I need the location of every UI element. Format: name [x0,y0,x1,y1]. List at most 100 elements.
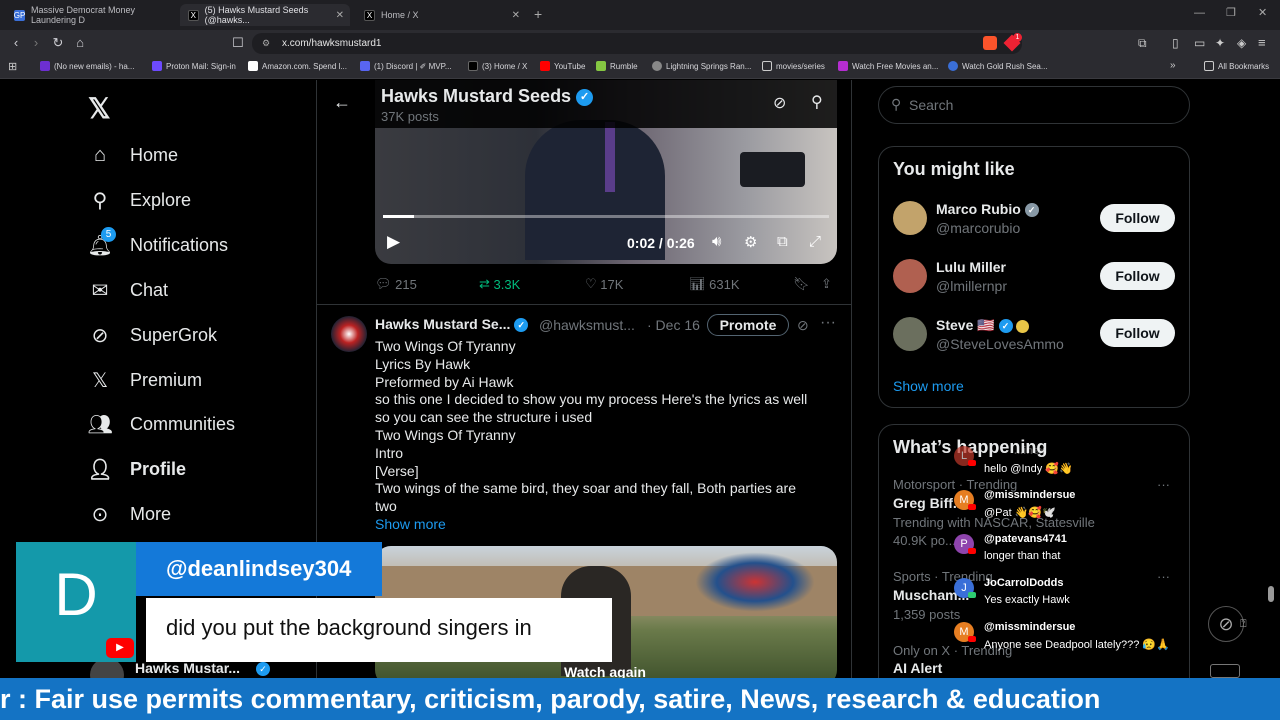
post-avatar[interactable] [331,316,367,352]
bookmark-item[interactable]: Proton Mail: Sign-in [152,61,236,71]
avatar[interactable] [893,317,927,351]
fullscreen-icon[interactable]: ⤢ [809,233,821,250]
video-frame-phone [740,152,805,187]
search-input[interactable]: ⚲ Search [878,86,1190,124]
sidebar-item-premium[interactable]: 𝕏 Premium [88,368,202,392]
like-button[interactable]: ♡ 17K [585,276,623,292]
divider [317,304,851,305]
bookmark-icon[interactable]: ☐ [230,35,246,51]
wallet-icon[interactable]: ▭ [1194,36,1205,50]
bookmark-item[interactable]: (No new emails) - ha... [40,61,134,71]
back-arrow-icon[interactable]: ← [333,92,351,113]
bookmark-item[interactable]: YouTube [540,61,585,71]
forward-icon[interactable]: › [28,35,44,50]
x-logo-icon[interactable]: 𝕏 [88,92,111,125]
home-icon[interactable]: ⌂ [72,35,88,50]
back-icon[interactable]: ‹ [8,35,24,50]
sidebar-item-chat[interactable]: ✉ Chat [88,278,168,302]
notification-badge: 5 [101,227,116,242]
avatar[interactable] [893,259,927,293]
show-more-link[interactable]: Show more [375,516,446,532]
site-info-icon[interactable]: ⚙ [262,33,270,54]
new-tab-button[interactable]: + [534,6,542,22]
sidebar-toggle-icon[interactable]: ▯ [1172,36,1179,50]
disclaimer-ticker: r : Fair use permits commentary, critici… [0,678,1280,720]
profile-header: ← Hawks Mustard Seeds ✓ 37K posts ⊘ ⚲ [317,80,851,128]
browser-tab-3[interactable]: X Home / X ✕ [356,4,526,26]
sidebar-item-profile[interactable]: 👤︎ Profile [87,457,186,481]
bookmark-tweet-icon[interactable]: 🔖︎ [793,276,810,292]
browser-tab-2[interactable]: X (5) Hawks Mustard Seeds (@hawks... ✕ [180,4,350,26]
stream-username: @deanlindsey304 [166,556,352,581]
suggestion-name[interactable]: Lulu Miller [936,259,1006,275]
avatar[interactable] [893,201,927,235]
bookmark-item[interactable]: Amazon.com. Spend l... [248,61,347,71]
post-handle[interactable]: @hawksmust... [539,317,635,333]
browser-tab-1[interactable]: GP Massive Democrat Money Laundering D [6,4,176,26]
sidebar-item-more[interactable]: ⊙ More [88,502,171,526]
help-icon[interactable]: ⍰ [1240,618,1247,631]
menu-icon[interactable]: ≡ [1258,35,1266,50]
youtube-icon [968,636,976,642]
maximize-icon[interactable]: ❐ [1226,6,1236,19]
suggestion-name[interactable]: Steve 🇺🇸 ✓ [936,317,1030,334]
bookmark-item[interactable]: Watch Gold Rush Sea... [948,61,1048,71]
vpn-icon[interactable]: ◈ [1237,36,1246,50]
tab-search-icon[interactable]: ⧉ [1138,36,1147,51]
reload-icon[interactable]: ↻ [50,35,66,51]
messages-drawer-icon[interactable] [1210,664,1240,678]
volume-icon[interactable]: 🔊︎ [712,233,721,250]
bookmark-item[interactable]: Rumble [596,61,638,71]
bookmark-item[interactable]: (1) Discord | ✐ MVP... [360,61,452,71]
grok-float-icon[interactable]: ⊘ [1208,606,1244,642]
follow-button[interactable]: Follow [1100,319,1175,347]
post-date[interactable]: · Dec 16 [647,317,700,333]
more-options-icon[interactable]: ··· [820,314,836,332]
suggestion-name[interactable]: Marco Rubio ✓ [936,201,1039,218]
repost-button[interactable]: ⇄ 3.3K [479,276,520,292]
close-window-icon[interactable]: ✕ [1258,6,1267,19]
follow-button[interactable]: Follow [1100,262,1175,290]
more-bookmarks-icon[interactable]: » [1170,60,1176,71]
close-tab-icon[interactable]: ✕ [512,10,520,21]
promote-button[interactable]: Promote [707,314,789,336]
page-scrollbar-thumb[interactable] [1268,586,1274,602]
pip-icon[interactable]: ⧉ [777,233,788,250]
reply-button[interactable]: 💬︎ 215 [375,276,417,292]
bookmark-folder[interactable]: movies/series [762,61,825,71]
address-bar[interactable]: ⚙ x.com/hawksmustard1 [252,33,1022,54]
show-more-link[interactable]: Show more [893,378,964,394]
bookmark-item[interactable]: Lightning Springs Ran... [652,61,751,71]
post-author[interactable]: Hawks Mustard Se... ✓ [375,316,529,333]
leo-ai-icon[interactable]: ✦ [1215,36,1225,50]
all-bookmarks-folder[interactable]: All Bookmarks [1204,61,1269,71]
trend-title[interactable]: AI Alert [893,660,942,676]
follow-button[interactable]: Follow [1100,204,1175,232]
grok-icon[interactable]: ⊘ [797,317,809,334]
brave-shield-icon[interactable] [983,36,997,50]
sidebar-item-explore[interactable]: ⚲ Explore [88,188,191,212]
play-icon[interactable]: ▶ [387,232,400,252]
grok-icon[interactable]: ⊘ [773,93,786,113]
sidebar-item-home[interactable]: ⌂ Home [88,143,178,167]
close-tab-icon[interactable]: ✕ [336,10,344,21]
stream-username-bar: @deanlindsey304 [136,542,382,596]
grok-icon: ⊘ [91,324,109,347]
post-count: 37K posts [381,109,439,124]
profile-column: ← Hawks Mustard Seeds ✓ 37K posts ⊘ ⚲ ▶ … [316,80,852,686]
bookmark-item[interactable]: Watch Free Movies an... [838,61,938,71]
sidebar-item-communities[interactable]: 👥︎ Communities [87,412,235,436]
views-stat[interactable]: 📊︎ 631K [689,276,740,292]
apps-grid-icon[interactable]: ⊞ [8,60,17,73]
repost-icon: ⇄ [479,276,490,291]
sidebar-item-supergrok[interactable]: ⊘ SuperGrok [88,323,217,347]
share-icon[interactable]: ⇪ [821,276,832,292]
video-frame-tie [605,122,615,192]
trend-count: 40.9K po... [893,533,956,548]
search-icon[interactable]: ⚲ [811,92,823,112]
minimize-icon[interactable]: — [1194,7,1205,19]
settings-gear-icon[interactable]: ⚙ [744,233,757,251]
video-progress-track[interactable] [383,215,829,218]
sidebar-item-notifications[interactable]: 🔔︎ 5 Notifications [87,227,228,257]
bookmark-item[interactable]: (3) Home / X [468,61,527,71]
